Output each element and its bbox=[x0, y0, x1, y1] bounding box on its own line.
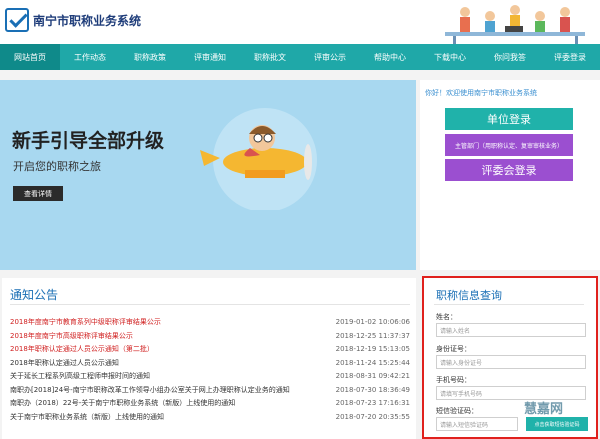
notice-link[interactable]: 2018年职称认定通过人员公示通知 bbox=[10, 357, 328, 371]
query-title: 职称信息查询 bbox=[436, 289, 502, 302]
sms-code-label: 短信验证码： bbox=[436, 407, 478, 415]
list-item[interactable]: 南职办（2018）22号-关于南宁市职称业务系统（新版）上线使用的通知 2018… bbox=[10, 397, 412, 411]
sms-code-input[interactable]: 请输入短信验证码 bbox=[436, 417, 518, 431]
notice-link[interactable]: 2018年度南宁市教育系列中级职称评审结果公示 bbox=[10, 316, 328, 330]
notice-link[interactable]: 关于延长工程系列高级工程师申报时间的通知 bbox=[10, 370, 328, 384]
hero-banner[interactable]: 新手引导全部升级 开启您的职称之旅 查看详情 bbox=[0, 80, 416, 270]
notice-link[interactable]: 关于南宁市职称业务系统（新版）上线使用的通知 bbox=[10, 411, 328, 425]
list-item[interactable]: 2018年度南宁市高级职称评审结果公示 2018-12-25 11:37:37 bbox=[10, 330, 412, 344]
notice-link[interactable]: 2018年度南宁市高级职称评审结果公示 bbox=[10, 330, 328, 344]
nav-item-publicity[interactable]: 评审公示 bbox=[300, 44, 360, 70]
id-number-input[interactable]: 请输入身份证号 bbox=[436, 355, 586, 369]
header: 南宁市职称业务系统 bbox=[0, 0, 600, 44]
notice-date: 2019-01-02 10:06:06 bbox=[335, 318, 410, 326]
people-illustration-icon bbox=[445, 5, 585, 44]
notice-date: 2018-08-31 09:42:21 bbox=[335, 372, 410, 380]
list-item[interactable]: 2018年职称认定通过人员公示通知 2018-11-24 15:25:44 bbox=[10, 357, 412, 371]
phone-input[interactable]: 请填写手机号码 bbox=[436, 386, 586, 400]
query-divider bbox=[434, 304, 584, 305]
nav-item-review-notice[interactable]: 评审通知 bbox=[180, 44, 240, 70]
notice-date: 2018-12-25 11:37:37 bbox=[335, 331, 410, 340]
list-item[interactable]: 关于南宁市职称业务系统（新版）上线使用的通知 2018-07-20 20:35:… bbox=[10, 411, 412, 425]
phone-label: 手机号码： bbox=[436, 376, 471, 384]
view-details-button[interactable]: 查看详情 bbox=[13, 186, 63, 201]
page: 南宁市职称业务系统 网站首页 工作动态 职称政策 评审通知 职称批文 评审公示 … bbox=[0, 0, 600, 439]
banner-subtitle: 开启您的职称之旅 bbox=[13, 160, 101, 173]
list-item[interactable]: 2018年职称认定通过人员公示通知（第二批） 2018-12-19 15:13:… bbox=[10, 343, 412, 357]
main-nav: 网站首页 工作动态 职称政策 评审通知 职称批文 评审公示 帮助中心 下载中心 … bbox=[0, 44, 600, 70]
watermark: 慧嘉网 bbox=[524, 402, 564, 417]
notice-date: 2018-07-20 20:35:55 bbox=[335, 412, 410, 421]
nav-item-policy[interactable]: 职称政策 bbox=[120, 44, 180, 70]
site-logo-icon bbox=[5, 8, 29, 32]
nav-item-download[interactable]: 下载中心 bbox=[420, 44, 480, 70]
list-item[interactable]: 2018年度南宁市教育系列中级职称评审结果公示 2019-01-02 10:06… bbox=[10, 316, 412, 330]
review-committee-login-button[interactable]: 评委会登录 bbox=[445, 159, 573, 181]
nav-item-qa[interactable]: 你问我答 bbox=[480, 44, 540, 70]
notice-panel: 通知公告 2018年度南宁市教育系列中级职称评审结果公示 2019-01-02 … bbox=[2, 278, 416, 439]
site-title: 南宁市职称业务系统 bbox=[33, 14, 142, 28]
nav-item-approval[interactable]: 职称批文 bbox=[240, 44, 300, 70]
notice-link[interactable]: 2018年职称认定通过人员公示通知（第二批） bbox=[10, 343, 328, 357]
notice-date: 2018-11-24 15:25:44 bbox=[335, 358, 410, 367]
name-label: 姓名： bbox=[436, 313, 457, 321]
title-query-panel: 职称信息查询 姓名： 请输入姓名 身份证号： 请输入身份证号 手机号码： 请填写… bbox=[422, 276, 598, 439]
banner-title: 新手引导全部升级 bbox=[12, 130, 165, 152]
nav-item-home[interactable]: 网站首页 bbox=[0, 44, 60, 70]
notice-divider bbox=[10, 304, 410, 305]
notice-date: 2018-07-23 17:16:31 bbox=[335, 399, 410, 407]
nav-item-work-news[interactable]: 工作动态 bbox=[60, 44, 120, 70]
unit-login-button[interactable]: 单位登录 bbox=[445, 108, 573, 130]
list-item[interactable]: 关于延长工程系列高级工程师申报时间的通知 2018-08-31 09:42:21 bbox=[10, 370, 412, 384]
notice-link[interactable]: 南职办（2018）22号-关于南宁市职称业务系统（新版）上线使用的通知 bbox=[10, 397, 328, 411]
notice-link[interactable]: 南职办[2018]24号-南宁市职称改革工作领导小组办公室关于网上办理职称认定业… bbox=[10, 384, 328, 398]
notice-list: 2018年度南宁市教育系列中级职称评审结果公示 2019-01-02 10:06… bbox=[10, 316, 412, 424]
airplane-pilot-icon bbox=[200, 108, 317, 210]
get-sms-code-button[interactable]: 点击获取短信验证码 bbox=[526, 417, 588, 431]
name-input[interactable]: 请输入姓名 bbox=[436, 323, 586, 337]
notice-date: 2018-12-19 15:13:05 bbox=[335, 345, 410, 353]
login-panel: 你好！欢迎使用南宁市职称业务系统 单位登录 主管部门（用职称认定、复审审核业务）… bbox=[420, 80, 600, 270]
list-item[interactable]: 南职办[2018]24号-南宁市职称改革工作领导小组办公室关于网上办理职称认定业… bbox=[10, 384, 412, 398]
welcome-text: 你好！欢迎使用南宁市职称业务系统 bbox=[425, 89, 537, 97]
nav-item-help[interactable]: 帮助中心 bbox=[360, 44, 420, 70]
nav-item-judge-login[interactable]: 评委登录 bbox=[540, 44, 600, 70]
id-label: 身份证号： bbox=[436, 345, 471, 353]
notice-title: 通知公告 bbox=[10, 288, 59, 302]
dept-login-button[interactable]: 主管部门（用职称认定、复审审核业务） bbox=[445, 134, 573, 156]
notice-date: 2018-07-30 18:36:49 bbox=[335, 385, 410, 394]
